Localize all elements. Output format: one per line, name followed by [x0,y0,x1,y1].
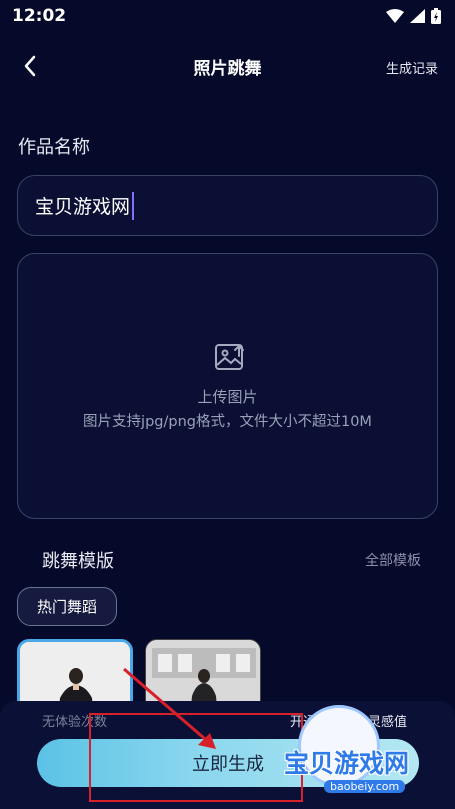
status-time: 12:02 [12,6,67,26]
watermark-url: baobeiy.com [324,780,406,793]
category-chip-hot-dance[interactable]: 热门舞蹈 [17,587,117,626]
wifi-icon [386,9,404,23]
text-caret [132,191,135,220]
work-name-label: 作品名称 [18,137,90,158]
status-bar: 12:02 [0,0,455,32]
upload-title: 上传图片 [197,388,258,406]
status-icons [386,8,441,24]
work-name-input[interactable]: 宝贝游戏网 [17,175,438,236]
watermark-logo: 宝贝游戏网 baobeiy.com [280,700,455,809]
all-templates-link[interactable]: 全部模板 [365,550,421,570]
work-name-value: 宝贝游戏网 [35,196,131,218]
image-upload-icon [215,344,244,370]
red-arrow-icon [123,667,216,749]
history-link[interactable]: 生成记录 [386,58,438,77]
image-upload-area[interactable]: 上传图片 图片支持jpg/png格式，文件大小不超过10M [17,253,438,519]
header: 照片跳舞 生成记录 [0,40,455,92]
template-section-title: 跳舞模版 [42,551,114,572]
upload-hint: 图片支持jpg/png格式，文件大小不超过10M [83,414,372,430]
watermark-text: 宝贝游戏网 [284,749,410,778]
signal-icon [410,9,425,23]
battery-icon [431,8,441,24]
